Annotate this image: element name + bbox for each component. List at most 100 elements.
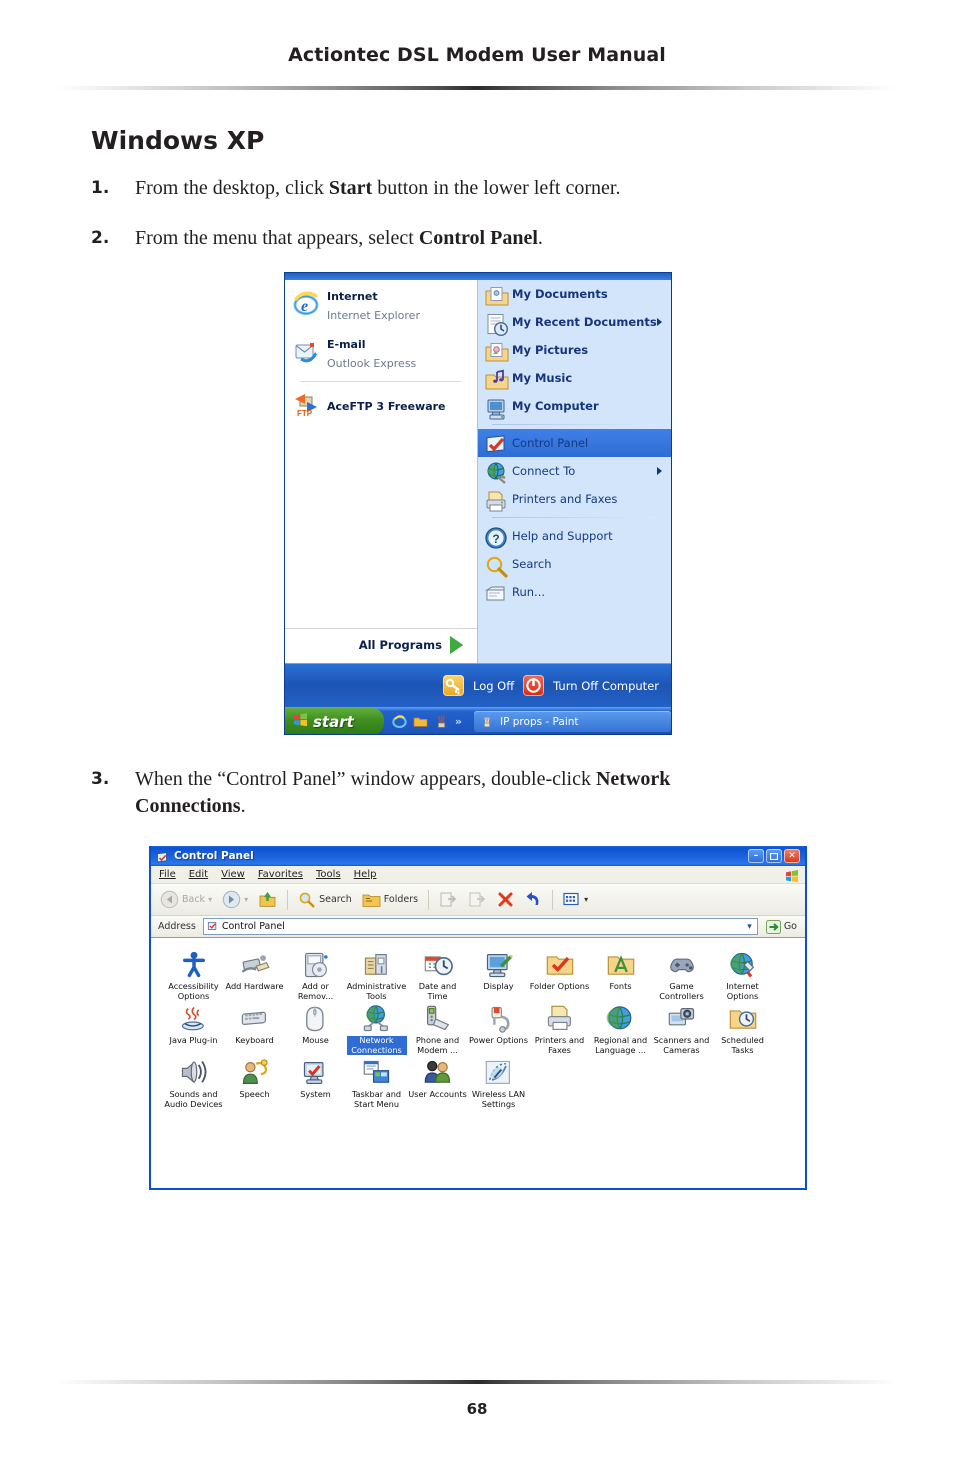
- forward-button[interactable]: ▾: [219, 890, 251, 909]
- menu-item-help[interactable]: Help: [354, 869, 377, 880]
- maximize-button[interactable]: [766, 849, 782, 863]
- start-menu-right-item-10[interactable]: Run...: [478, 578, 671, 606]
- step-2-bold: Control Panel: [418, 227, 538, 249]
- control-panel-item-taskbar-start-menu[interactable]: Taskbar and Start Menu: [346, 1058, 407, 1109]
- menu-item-file[interactable]: File: [159, 869, 176, 880]
- start-menu-item-2[interactable]: FTP AceFTP 3 Freeware: [285, 386, 477, 422]
- control-panel-item-display[interactable]: Display: [468, 950, 529, 1001]
- control-panel-item-fonts[interactable]: Fonts: [590, 950, 651, 1001]
- start-menu-right-item-6[interactable]: Connect To: [478, 457, 671, 485]
- control-panel-item-phone-and-modem[interactable]: Phone and Modem ...: [407, 1004, 468, 1055]
- turn-off-computer-icon[interactable]: [523, 675, 545, 696]
- start-menu-right-item-label: My Documents: [512, 287, 608, 301]
- turn-off-computer-label[interactable]: Turn Off Computer: [553, 679, 659, 693]
- start-menu-item-0[interactable]: e Internet Internet Explorer: [285, 280, 477, 328]
- views-button[interactable]: ▾: [560, 892, 591, 907]
- control-panel-item-keyboard[interactable]: Keyboard: [224, 1004, 285, 1055]
- start-menu-right-item-label: My Computer: [512, 399, 599, 413]
- quicklaunch-ie-icon[interactable]: e: [392, 714, 407, 729]
- control-panel-item-date-and-time[interactable]: Date and Time: [407, 950, 468, 1001]
- control-panel-item-add-remove-programs[interactable]: Add or Remov...: [285, 950, 346, 1001]
- control-panel-item-system[interactable]: System: [285, 1058, 346, 1109]
- start-menu-right-item-1[interactable]: My Recent Documents: [478, 308, 671, 337]
- log-off-label[interactable]: Log Off: [473, 679, 514, 693]
- control-panel-item-network-connections[interactable]: Network Connections: [346, 1004, 407, 1055]
- step-3-text: When the “Control Panel” window appears,…: [135, 768, 671, 817]
- go-button[interactable]: Go: [762, 919, 801, 934]
- back-button[interactable]: Back ▾: [157, 890, 215, 909]
- control-panel-item-mouse[interactable]: Mouse: [285, 1004, 346, 1055]
- control-panel-item-label: User Accounts: [408, 1089, 467, 1099]
- views-dropdown-icon[interactable]: ▾: [584, 895, 588, 904]
- search-button[interactable]: Search: [295, 891, 355, 909]
- add-hardware-icon: [240, 950, 270, 980]
- step-2-number: 2.: [91, 228, 110, 248]
- control-panel-item-wireless-lan[interactable]: Wireless LAN Settings: [468, 1058, 529, 1109]
- log-off-icon[interactable]: [442, 675, 464, 696]
- menu-item-edit[interactable]: Edit: [189, 869, 208, 880]
- start-menu-item-1[interactable]: E-mail Outlook Express: [285, 328, 477, 376]
- move-to-button[interactable]: [436, 891, 461, 909]
- page-title: Actiontec DSL Modem User Manual: [288, 44, 666, 66]
- back-dropdown-icon[interactable]: ▾: [208, 895, 212, 904]
- control-panel-item-sounds-and-audio[interactable]: Sounds and Audio Devices: [163, 1058, 224, 1109]
- copy-to-button[interactable]: [465, 891, 490, 909]
- control-panel-item-scheduled-tasks[interactable]: Scheduled Tasks: [712, 1004, 773, 1055]
- control-panel-item-scanners-and-cameras[interactable]: Scanners and Cameras: [651, 1004, 712, 1055]
- start-menu-right-item-4[interactable]: My Computer: [478, 392, 671, 420]
- quick-launch-overflow-chevron[interactable]: »: [455, 715, 466, 728]
- address-dropdown-icon[interactable]: ▾: [747, 922, 754, 932]
- start-menu-right-item-8[interactable]: ? Help and Support: [478, 522, 671, 550]
- control-panel-item-regional-options[interactable]: Regional and Language ...: [590, 1004, 651, 1055]
- start-menu-right-item-2[interactable]: My Pictures: [478, 336, 671, 364]
- back-button-label: Back: [182, 894, 206, 905]
- close-button[interactable]: ✕: [784, 849, 800, 863]
- control-panel-item-printers-and-faxes[interactable]: Printers and Faxes: [529, 1004, 590, 1055]
- forward-dropdown-icon[interactable]: ▾: [244, 895, 248, 904]
- task-button-paint[interactable]: IP props - Paint: [474, 711, 671, 732]
- control-panel-item-user-accounts[interactable]: User Accounts: [407, 1058, 468, 1109]
- windows-branding-flag-icon: [785, 868, 799, 883]
- control-panel-item-label: Sounds and Audio Devices: [164, 1089, 223, 1109]
- header-divider: [57, 86, 897, 90]
- start-menu-right-item-9[interactable]: Search: [478, 550, 671, 578]
- address-input[interactable]: Control Panel ▾: [202, 918, 758, 935]
- start-button[interactable]: start: [285, 708, 384, 734]
- control-panel-item-accessibility[interactable]: Accessibility Options: [163, 950, 224, 1001]
- my-recent-documents-icon: [484, 312, 509, 337]
- sounds-and-audio-icon: [179, 1058, 209, 1088]
- quicklaunch-folder-icon[interactable]: [413, 714, 428, 729]
- start-menu-right-item-3[interactable]: My Music: [478, 364, 671, 392]
- control-panel-item-game-controllers[interactable]: Game Controllers: [651, 950, 712, 1001]
- control-panel-item-label: Taskbar and Start Menu: [351, 1089, 402, 1109]
- control-panel-item-speech[interactable]: Speech: [224, 1058, 285, 1109]
- menu-item-favorites[interactable]: Favorites: [258, 869, 303, 880]
- power-options-icon: [484, 1004, 514, 1034]
- svg-text:?: ?: [492, 532, 499, 546]
- start-menu-right-item-label: My Recent Documents: [512, 315, 657, 329]
- control-panel-item-add-hardware[interactable]: Add Hardware: [224, 950, 285, 1001]
- all-programs-button[interactable]: All Programs: [285, 628, 477, 663]
- up-button[interactable]: [255, 890, 280, 909]
- date-and-time-icon: [423, 950, 453, 980]
- menu-item-view[interactable]: View: [221, 869, 245, 880]
- start-menu-right-item-5[interactable]: Control Panel: [478, 429, 671, 457]
- step-3-number: 3.: [91, 769, 110, 789]
- toolbar-separator-3: [552, 889, 554, 910]
- delete-button[interactable]: [494, 891, 517, 908]
- control-panel-item-internet-options[interactable]: Internet Options: [712, 950, 773, 1001]
- control-panel-item-java-plugin[interactable]: Java Plug-in: [163, 1004, 224, 1055]
- menu-item-tools[interactable]: Tools: [316, 869, 341, 880]
- start-menu-item-text: E-mail Outlook Express: [327, 333, 416, 371]
- control-panel-item-folder-options[interactable]: Folder Options: [529, 950, 590, 1001]
- control-panel-item-power-options[interactable]: Power Options: [468, 1004, 529, 1055]
- quicklaunch-paint-icon[interactable]: [434, 714, 449, 729]
- start-menu-right-item-7[interactable]: Printers and Faxes: [478, 485, 671, 513]
- start-menu-right-column: My Documents My Recent Documents My Pictur…: [478, 280, 671, 663]
- folders-button[interactable]: Folders: [359, 891, 421, 909]
- start-menu-right-item-label: Connect To: [512, 464, 576, 478]
- start-menu-right-item-0[interactable]: My Documents: [478, 280, 671, 308]
- undo-button[interactable]: [521, 891, 545, 908]
- control-panel-item-administrative-tools[interactable]: Administrative Tools: [346, 950, 407, 1001]
- minimize-button[interactable]: –: [748, 849, 764, 863]
